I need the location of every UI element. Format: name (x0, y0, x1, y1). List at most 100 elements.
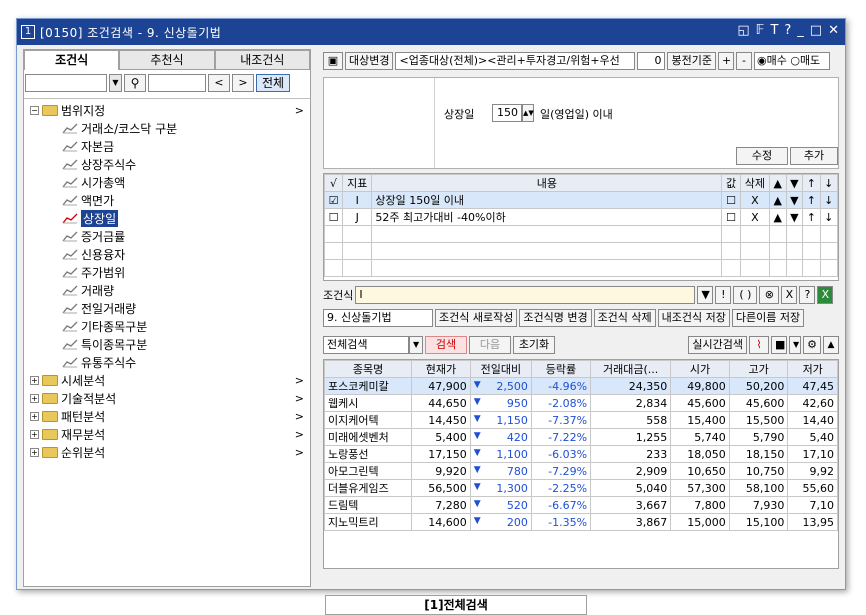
result-header[interactable]: 고가 (728, 360, 789, 378)
close-icon[interactable]: ✕ (828, 23, 839, 38)
delete-condition-button[interactable]: 조건식 삭제 (593, 309, 656, 327)
search-icon[interactable]: ⚲ (124, 74, 146, 92)
layout-icon[interactable]: ▣ (323, 52, 343, 70)
expand-icon[interactable]: + (30, 429, 39, 439)
stop-icon[interactable]: ■ (771, 336, 787, 354)
result-header[interactable]: 저가 (787, 360, 838, 378)
collapse-icon[interactable]: − (30, 105, 39, 115)
move-up-icon[interactable]: ▲ (768, 191, 787, 209)
tree-group[interactable]: + 패턴분석 > (24, 407, 310, 425)
search-input[interactable] (148, 74, 206, 92)
table-row[interactable]: 포스코케미칼 47,900 ▼ 2,500 -4.96% 24,350 49,800 50,2… (324, 377, 838, 395)
tree-group[interactable]: + 시세분석 > (24, 371, 310, 389)
expand-icon[interactable]: + (30, 447, 39, 457)
period-value[interactable]: 0 (637, 52, 666, 70)
plus-button[interactable]: + (717, 52, 734, 70)
cond-value[interactable]: 150 (492, 104, 522, 122)
table-row[interactable]: 미래에셋벤처 5,400 ▼ 420 -7.22% 1,255 5,740 5,790 5,40 (324, 428, 838, 446)
result-header[interactable]: 전일대비 (469, 360, 532, 378)
not-button[interactable]: ! (715, 286, 732, 304)
search-button[interactable]: 검색 (425, 336, 467, 354)
collapse-icon[interactable]: ▲ (823, 336, 839, 354)
delete-button[interactable]: X (739, 208, 770, 226)
save-as-button[interactable]: 다른이름 저장 (731, 309, 805, 327)
tree-leaf[interactable]: 거래소/코스닥 구분 (24, 119, 310, 137)
tree-leaf[interactable]: 액면가 (24, 191, 310, 209)
reset-button[interactable]: 초기화 (513, 336, 555, 354)
chart-icon[interactable]: ⌇ (749, 336, 769, 354)
excel-icon[interactable]: X (817, 286, 834, 304)
move-bottom-icon[interactable]: ↓ (819, 208, 839, 226)
tree-leaf[interactable]: 자본금 (24, 137, 310, 155)
move-down-icon[interactable]: ▼ (785, 191, 804, 209)
table-row[interactable]: 노랑풍선 17,150 ▼ 1,100 -6.03% 233 18,050 18,150 17,… (324, 445, 838, 463)
minus-button[interactable]: - (735, 52, 752, 70)
tree-leaf[interactable]: 주가범위 (24, 263, 310, 281)
tree-group[interactable]: + 기술적분석 > (24, 389, 310, 407)
move-top-icon[interactable]: ↑ (802, 208, 821, 226)
spin-icon[interactable]: ▲▼ (522, 104, 534, 122)
add-button[interactable]: 추가 (790, 147, 838, 165)
tree-leaf[interactable]: 상장주식수 (24, 155, 310, 173)
value-checkbox[interactable]: ☐ (721, 208, 741, 226)
table-row[interactable]: 이지케어텍 14,450 ▼ 1,150 -7.37% 558 15,400 15,500 14… (324, 411, 838, 429)
category-combo[interactable] (25, 74, 107, 92)
tree-group[interactable]: + 순위분석 > (24, 443, 310, 461)
table-row[interactable]: 아모그린텍 9,920 ▼ 780 -7.29% 2,909 10,650 10,750 9,9… (324, 462, 838, 480)
edit-button[interactable]: 수정 (736, 147, 788, 165)
result-header[interactable]: 거래대금(... (590, 360, 672, 378)
tab-recommended[interactable]: 추천식 (119, 50, 215, 70)
tree-leaf[interactable]: 증거금률 (24, 227, 310, 245)
scope-dropdown-icon[interactable]: ▼ (409, 336, 423, 354)
chevron-down-icon[interactable]: ▼ (109, 74, 122, 92)
move-up-icon[interactable]: ▲ (768, 208, 787, 226)
or-icon[interactable]: ⊗ (759, 286, 780, 304)
save-my-condition-button[interactable]: 내조건식 저장 (657, 309, 730, 327)
tree-leaf[interactable]: 특이종목구분 (24, 335, 310, 353)
result-header[interactable]: 종목명 (324, 360, 413, 378)
formula-dropdown-icon[interactable]: ▼ (697, 286, 714, 304)
formula-input[interactable]: I (355, 286, 696, 304)
move-bottom-icon[interactable]: ↓ (819, 191, 839, 209)
gear-icon[interactable]: ⚙ (803, 336, 821, 354)
value-checkbox[interactable]: ☐ (721, 191, 741, 209)
help-icon[interactable]: ? (784, 23, 791, 38)
all-button[interactable]: 전체 (256, 74, 290, 92)
row-checkbox[interactable]: ☐ (323, 208, 344, 226)
rename-condition-button[interactable]: 조건식명 변경 (519, 309, 592, 327)
text-icon[interactable]: T (770, 23, 778, 38)
tree-leaf[interactable]: 거래량 (24, 281, 310, 299)
paren-button[interactable]: ( ) (733, 286, 758, 304)
table-row[interactable]: 웹케시 44,650 ▼ 950 -2.08% 2,834 45,600 45,600 42,6… (324, 394, 838, 412)
tab-my-condition[interactable]: 내조건식 (214, 50, 310, 70)
expand-icon[interactable]: + (30, 375, 39, 385)
period-label[interactable]: 봉전기준 (667, 52, 716, 70)
buy-radio[interactable]: ◉ (757, 54, 767, 67)
tree-leaf[interactable]: 유통주식수 (24, 353, 310, 371)
table-row[interactable]: 더블유게임즈 56,500 ▼ 1,300 -2.25% 5,040 57,300 58,10… (324, 479, 838, 497)
next-result-button[interactable]: 다음 (469, 336, 511, 354)
tree-leaf[interactable]: 상장일 (24, 209, 310, 227)
tree-leaf[interactable]: 신용융자 (24, 245, 310, 263)
search-scope[interactable]: 전체검색 (323, 336, 409, 354)
table-row[interactable]: ☐ J 52주 최고가대비 -40%이하 ☐ X ▲ ▼ ↑ ↓ (323, 208, 839, 226)
maximize-icon[interactable]: □ (810, 23, 822, 38)
result-header[interactable]: 등락률 (530, 360, 592, 378)
minimize-icon[interactable]: _ (797, 23, 804, 38)
expand-icon[interactable]: + (30, 393, 39, 403)
tree-group[interactable]: + 재무분석 > (24, 425, 310, 443)
restore-icon[interactable]: ◱ (737, 23, 749, 38)
move-top-icon[interactable]: ↑ (802, 191, 821, 209)
tree-leaf[interactable]: 전일거래량 (24, 299, 310, 317)
result-header[interactable]: 현재가 (411, 360, 471, 378)
pin-icon[interactable]: 𝔽 (756, 23, 765, 38)
sell-radio[interactable]: ○ (790, 54, 800, 67)
tab-all-search[interactable]: [1]전체검색 (325, 595, 587, 615)
tree-group[interactable]: − 범위지정 > (24, 101, 310, 119)
next-button[interactable]: > (232, 74, 254, 92)
prev-button[interactable]: < (208, 74, 230, 92)
help-button[interactable]: ? (799, 286, 816, 304)
new-condition-button[interactable]: 조건식 새로작성 (435, 309, 518, 327)
x-button[interactable]: X (781, 286, 798, 304)
tree-leaf[interactable]: 시가총액 (24, 173, 310, 191)
